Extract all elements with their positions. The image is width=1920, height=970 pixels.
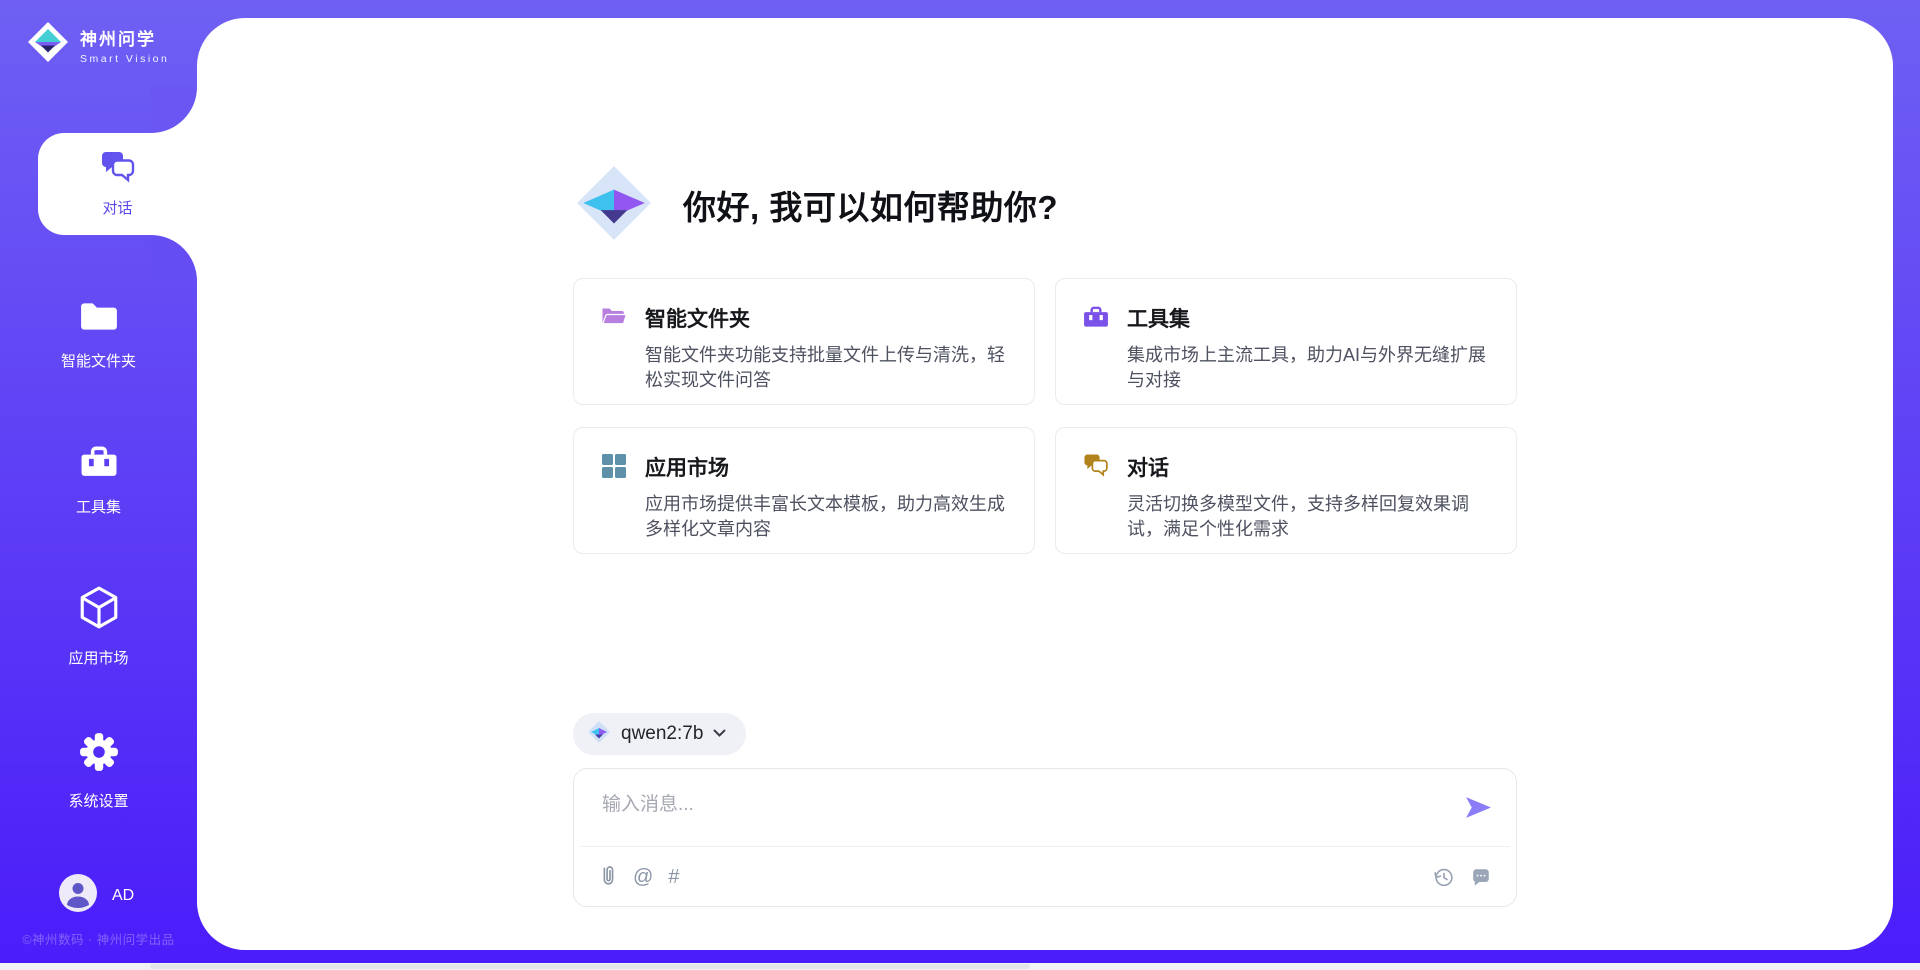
horizontal-scrollbar[interactable] bbox=[0, 963, 1920, 970]
greeting-title: 你好, 我可以如何帮助你? bbox=[683, 181, 1058, 229]
gear-icon bbox=[78, 731, 120, 778]
person-avatar-icon bbox=[59, 874, 97, 917]
at-sign-icon[interactable]: @ bbox=[633, 867, 653, 887]
scrollbar-thumb[interactable] bbox=[150, 964, 1030, 969]
card-title: 智能文件夹 bbox=[645, 303, 1008, 333]
sidebar-item-app-market[interactable]: 应用市场 bbox=[0, 586, 197, 668]
open-folder-icon bbox=[601, 304, 627, 330]
paperclip-icon[interactable] bbox=[598, 864, 618, 890]
card-title: 工具集 bbox=[1127, 303, 1490, 333]
card-title: 应用市场 bbox=[645, 452, 1008, 482]
card-description: 灵活切换多模型文件，支持多样回复效果调试，满足个性化需求 bbox=[1127, 492, 1490, 542]
sidebar-item-label: 应用市场 bbox=[68, 647, 128, 668]
user-profile[interactable]: AD bbox=[59, 874, 134, 917]
sidebar: 神州问学 Smart Vision 对话 智能文件夹 工具集 bbox=[0, 0, 197, 970]
brand-diamond-logo-icon bbox=[26, 20, 70, 69]
sidebar-item-label: 智能文件夹 bbox=[61, 350, 136, 371]
sidebar-item-settings[interactable]: 系统设置 bbox=[0, 731, 197, 811]
send-button[interactable] bbox=[1464, 795, 1492, 821]
sidebar-item-chat[interactable]: 对话 bbox=[38, 133, 197, 235]
active-tab-connector-top bbox=[151, 87, 197, 133]
chevron-down-icon bbox=[713, 725, 726, 743]
message-input[interactable] bbox=[574, 769, 1516, 845]
briefcase-icon bbox=[1083, 304, 1109, 330]
card-description: 集成市场上主流工具，助力AI与外界无缝扩展与对接 bbox=[1127, 343, 1490, 393]
hash-icon[interactable]: # bbox=[668, 867, 679, 887]
toolbox-icon bbox=[79, 443, 119, 484]
card-toolset[interactable]: 工具集 集成市场上主流工具，助力AI与外界无缝扩展与对接 bbox=[1055, 278, 1517, 405]
chat-bubbles-icon bbox=[1083, 453, 1109, 479]
card-smart-folders[interactable]: 智能文件夹 智能文件夹功能支持批量文件上传与清洗，轻松实现文件问答 bbox=[573, 278, 1035, 405]
app-grid-icon bbox=[601, 453, 627, 479]
message-icon[interactable] bbox=[1470, 866, 1492, 888]
composer-toolbar: @ # bbox=[580, 846, 1510, 906]
sidebar-item-label: 对话 bbox=[102, 197, 132, 218]
model-name: qwen2:7b bbox=[621, 723, 703, 745]
card-chat[interactable]: 对话 灵活切换多模型文件，支持多样回复效果调试，满足个性化需求 bbox=[1055, 427, 1517, 554]
brand-logo-block: 神州问学 Smart Vision bbox=[26, 20, 169, 69]
sidebar-item-toolset[interactable]: 工具集 bbox=[0, 443, 197, 517]
sidebar-item-label: 工具集 bbox=[76, 496, 121, 517]
chat-bubbles-icon bbox=[100, 150, 136, 188]
user-name: AD bbox=[112, 887, 134, 905]
card-app-market[interactable]: 应用市场 应用市场提供丰富长文本模板，助力高效生成多样化文章内容 bbox=[573, 427, 1035, 554]
brand-name: 神州问学 bbox=[80, 25, 169, 50]
folder-icon bbox=[79, 299, 119, 338]
brand-subtitle: Smart Vision bbox=[80, 53, 169, 65]
message-composer: @ # bbox=[573, 768, 1517, 907]
cube-icon bbox=[78, 586, 120, 635]
model-logo-icon bbox=[587, 720, 611, 749]
model-selector[interactable]: qwen2:7b bbox=[573, 713, 746, 755]
feature-cards: 智能文件夹 智能文件夹功能支持批量文件上传与清洗，轻松实现文件问答 工具集 集成… bbox=[573, 278, 1517, 554]
main-content-panel: 你好, 我可以如何帮助你? 智能文件夹 智能文件夹功能支持批量文件上传与清洗，轻… bbox=[197, 18, 1893, 950]
copyright-footer: ©神州数码 · 神州问学出品 bbox=[0, 929, 197, 948]
card-title: 对话 bbox=[1127, 452, 1490, 482]
active-tab-connector-bottom bbox=[151, 235, 197, 281]
sidebar-item-label: 系统设置 bbox=[68, 790, 128, 811]
history-icon[interactable] bbox=[1432, 865, 1455, 888]
greeting-block: 你好, 我可以如何帮助你? bbox=[573, 163, 1058, 247]
card-description: 智能文件夹功能支持批量文件上传与清洗，轻松实现文件问答 bbox=[645, 343, 1008, 393]
card-description: 应用市场提供丰富长文本模板，助力高效生成多样化文章内容 bbox=[645, 492, 1008, 542]
sidebar-item-smart-folders[interactable]: 智能文件夹 bbox=[0, 299, 197, 371]
greeting-diamond-logo-icon bbox=[573, 162, 655, 249]
